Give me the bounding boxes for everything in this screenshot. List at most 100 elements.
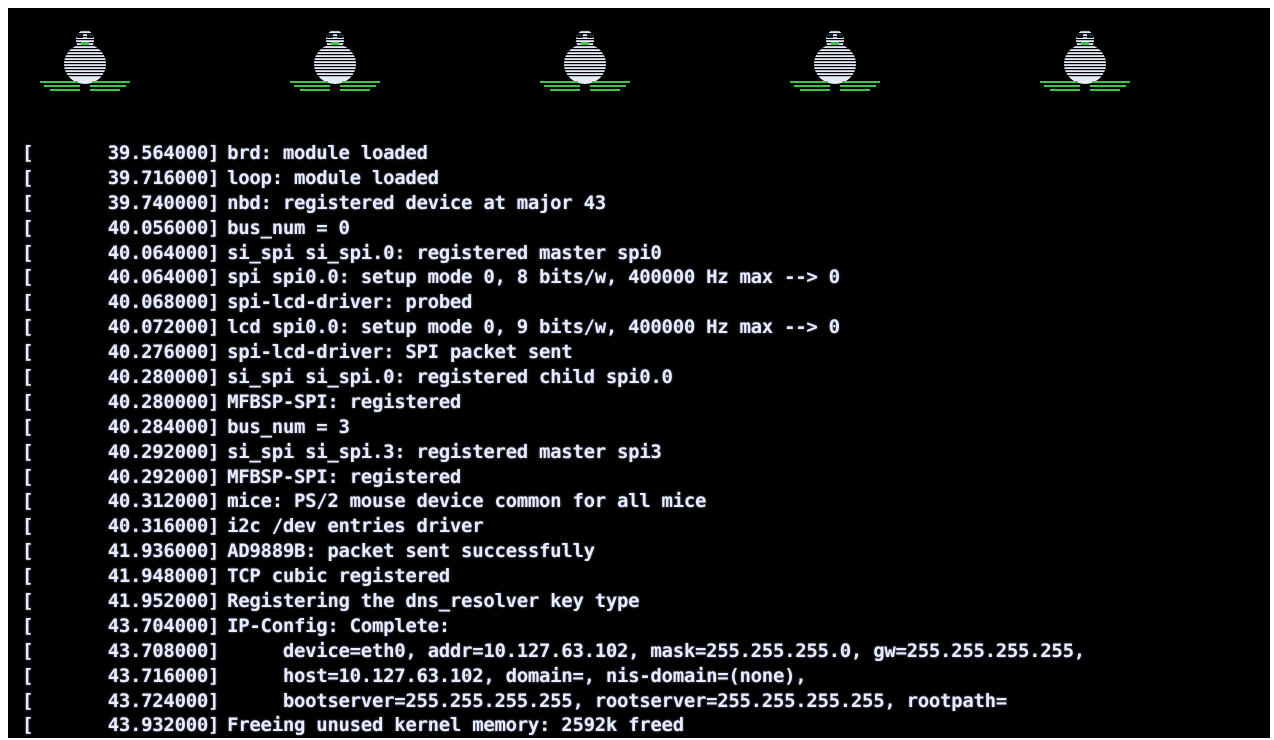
- log-line: [40.068000] spi-lcd-driver: probed: [22, 290, 1262, 315]
- log-close-bracket: ]: [208, 714, 220, 737]
- log-timestamp: 41.948000: [107, 565, 209, 588]
- log-open-bracket: [: [22, 390, 34, 413]
- log-line: [40.276000] spi-lcd-driver: SPI packet se…: [22, 340, 1262, 365]
- log-close-bracket: ]: [208, 241, 220, 264]
- log-open-bracket: [: [22, 590, 34, 613]
- log-close-bracket: ]: [208, 291, 220, 314]
- log-message: bus_num = 0: [227, 216, 350, 239]
- log-line: [41.948000] TCP cubic registered: [22, 564, 1262, 589]
- log-message: AD9889B: packet sent successfully: [227, 540, 595, 563]
- log-line: [40.064000] si_spi si_spi.0: registered m…: [22, 241, 1262, 266]
- log-close-bracket: ]: [208, 142, 220, 164]
- log-message: device=eth0, addr=10.127.63.102, mask=25…: [227, 639, 1085, 662]
- log-message: loop: module loaded: [227, 166, 439, 189]
- log-close-bracket: ]: [208, 166, 220, 189]
- boot-console-screen: [39.564000] brd: module loaded [39.716000]…: [8, 8, 1270, 738]
- boot-logo-row: [8, 26, 1270, 106]
- log-close-bracket: ]: [208, 540, 220, 563]
- log-timestamp: 40.280000: [107, 390, 209, 413]
- log-open-bracket: [: [22, 440, 34, 463]
- log-message: Registering the dns_resolver key type: [227, 590, 640, 613]
- log-timestamp: 43.704000: [107, 614, 209, 637]
- log-timestamp: 40.056000: [107, 216, 209, 239]
- tux-penguin-icon: [780, 26, 890, 106]
- log-open-bracket: [: [22, 366, 34, 389]
- log-line: [40.280000] si_spi si_spi.0: registered c…: [22, 365, 1262, 390]
- tux-penguin-icon: [280, 26, 390, 106]
- log-line: [43.704000] IP-Config: Complete:: [22, 614, 1262, 639]
- log-timestamp: 40.068000: [107, 291, 209, 314]
- log-open-bracket: [: [22, 664, 34, 687]
- log-line: [43.724000] bootserver=255.255.255.255, …: [22, 689, 1262, 714]
- log-open-bracket: [: [22, 291, 34, 314]
- log-open-bracket: [: [22, 216, 34, 239]
- log-line: [40.292000] MFBSP-SPI: registered: [22, 465, 1262, 490]
- log-close-bracket: ]: [208, 689, 220, 712]
- log-message: host=10.127.63.102, domain=, nis-domain=…: [227, 664, 807, 687]
- log-line: [39.564000] brd: module loaded: [22, 141, 1262, 166]
- log-open-bracket: [: [22, 565, 34, 588]
- log-close-bracket: ]: [208, 415, 220, 438]
- log-timestamp: 43.932000: [107, 714, 209, 737]
- log-close-bracket: ]: [208, 266, 220, 289]
- log-open-bracket: [: [22, 415, 34, 438]
- log-message: mice: PS/2 mouse device common for all m…: [227, 490, 707, 513]
- log-open-bracket: [: [22, 266, 34, 289]
- log-line: [40.064000] spi spi0.0: setup mode 0, 8 b…: [22, 265, 1262, 290]
- log-line: [39.716000] loop: module loaded: [22, 166, 1262, 191]
- log-message: si_spi si_spi.3: registered master spi3: [227, 440, 662, 463]
- log-timestamp: 43.708000: [107, 639, 209, 662]
- log-line: [40.284000] bus_num = 3: [22, 415, 1262, 440]
- log-timestamp: 39.564000: [107, 142, 209, 164]
- log-open-bracket: [: [22, 540, 34, 563]
- log-close-bracket: ]: [208, 341, 220, 364]
- log-open-bracket: [: [22, 490, 34, 513]
- log-close-bracket: ]: [208, 440, 220, 463]
- log-timestamp: 40.292000: [107, 440, 209, 463]
- log-close-bracket: ]: [208, 390, 220, 413]
- log-line: [41.952000] Registering the dns_resolver …: [22, 589, 1262, 614]
- log-message: brd: module loaded: [227, 142, 428, 164]
- log-close-bracket: ]: [208, 465, 220, 488]
- log-timestamp: 40.280000: [107, 366, 209, 389]
- log-timestamp: 40.312000: [107, 490, 209, 513]
- log-timestamp: 43.716000: [107, 664, 209, 687]
- log-timestamp: 40.064000: [107, 241, 209, 264]
- log-timestamp: 40.316000: [107, 515, 209, 538]
- log-close-bracket: ]: [208, 490, 220, 513]
- log-message: si_spi si_spi.0: registered child spi0.0: [227, 366, 673, 389]
- log-line: [40.292000] si_spi si_spi.3: registered m…: [22, 440, 1262, 465]
- tux-penguin-icon: [1030, 26, 1140, 106]
- log-line: [43.708000] device=eth0, addr=10.127.63.…: [22, 639, 1262, 664]
- log-message: lcd spi0.0: setup mode 0, 9 bits/w, 4000…: [227, 316, 840, 339]
- log-timestamp: 39.740000: [107, 191, 209, 214]
- log-line: [40.312000] mice: PS/2 mouse device commo…: [22, 489, 1262, 514]
- log-close-bracket: ]: [208, 515, 220, 538]
- log-open-bracket: [: [22, 515, 34, 538]
- log-message: spi-lcd-driver: SPI packet sent: [227, 341, 573, 364]
- log-open-bracket: [: [22, 714, 34, 737]
- log-open-bracket: [: [22, 639, 34, 662]
- log-close-bracket: ]: [208, 191, 220, 214]
- log-message: MFBSP-SPI: registered: [227, 465, 462, 488]
- log-close-bracket: ]: [208, 639, 220, 662]
- log-timestamp: 40.292000: [107, 465, 209, 488]
- log-message: MFBSP-SPI: registered: [227, 390, 462, 413]
- log-timestamp: 41.952000: [107, 590, 209, 613]
- tux-penguin-icon: [30, 26, 140, 106]
- log-line: [43.716000] host=10.127.63.102, domain=,…: [22, 664, 1262, 689]
- log-message: spi-lcd-driver: probed: [227, 291, 473, 314]
- log-line: [39.740000] nbd: registered device at maj…: [22, 191, 1262, 216]
- log-open-bracket: [: [22, 191, 34, 214]
- log-message: IP-Config: Complete:: [227, 614, 450, 637]
- log-line: [40.280000] MFBSP-SPI: registered: [22, 390, 1262, 415]
- log-timestamp: 39.716000: [107, 166, 209, 189]
- log-close-bracket: ]: [208, 216, 220, 239]
- log-message: Freeing unused kernel memory: 2592k free…: [227, 714, 684, 737]
- log-close-bracket: ]: [208, 614, 220, 637]
- tux-penguin-icon: [530, 26, 640, 106]
- log-line: [43.932000] Freeing unused kernel memory:…: [22, 713, 1262, 738]
- log-message: TCP cubic registered: [227, 565, 450, 588]
- log-timestamp: 43.724000: [107, 689, 209, 712]
- log-open-bracket: [: [22, 465, 34, 488]
